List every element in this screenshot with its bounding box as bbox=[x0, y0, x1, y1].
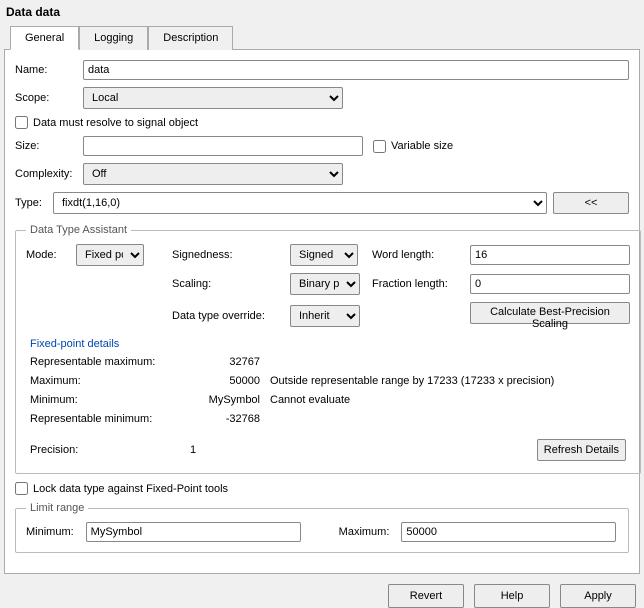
signedness-label: Signedness: bbox=[172, 249, 284, 261]
revert-button[interactable]: Revert bbox=[388, 584, 464, 608]
rep-max-label: Representable maximum: bbox=[30, 356, 180, 368]
mode-label: Mode: bbox=[26, 249, 70, 261]
fixed-point-details-title: Fixed-point details bbox=[30, 338, 630, 350]
fraclen-input[interactable] bbox=[470, 274, 630, 294]
variable-size-checkbox[interactable] bbox=[373, 140, 386, 153]
limit-max-input[interactable] bbox=[401, 522, 616, 542]
min-value: MySymbol bbox=[190, 394, 260, 406]
calc-best-precision-button[interactable]: Calculate Best-Precision Scaling bbox=[470, 302, 630, 324]
refresh-details-button[interactable]: Refresh Details bbox=[537, 439, 626, 461]
precision-value: 1 bbox=[190, 444, 260, 456]
mode-select[interactable]: Fixed point bbox=[76, 244, 144, 266]
tab-description[interactable]: Description bbox=[148, 26, 233, 50]
override-select[interactable]: Inherit bbox=[290, 305, 360, 327]
limit-max-label: Maximum: bbox=[339, 526, 390, 538]
type-label: Type: bbox=[15, 197, 47, 209]
precision-label: Precision: bbox=[30, 444, 180, 456]
name-label: Name: bbox=[15, 64, 83, 76]
scaling-label: Scaling: bbox=[172, 278, 284, 290]
override-label: Data type override: bbox=[172, 310, 284, 322]
variable-size-label: Variable size bbox=[391, 140, 453, 152]
size-label: Size: bbox=[15, 140, 83, 152]
min-note: Cannot evaluate bbox=[270, 394, 630, 406]
help-button[interactable]: Help bbox=[474, 584, 550, 608]
collapse-button[interactable]: << bbox=[553, 192, 629, 214]
window-title: Data data bbox=[0, 0, 644, 25]
type-select[interactable]: fixdt(1,16,0) bbox=[53, 192, 547, 214]
resolve-label: Data must resolve to signal object bbox=[33, 117, 198, 129]
dta-legend: Data Type Assistant bbox=[26, 224, 131, 236]
rep-max-value: 32767 bbox=[190, 356, 260, 368]
max-note: Outside representable range by 17233 (17… bbox=[270, 375, 630, 387]
size-input[interactable] bbox=[83, 136, 363, 156]
fraclen-label: Fraction length: bbox=[372, 278, 464, 290]
scope-select[interactable]: Local bbox=[83, 87, 343, 109]
fixed-point-details-table: Representable maximum: 32767 Maximum: 50… bbox=[30, 356, 630, 425]
scope-label: Scope: bbox=[15, 92, 83, 104]
rep-min-label: Representable minimum: bbox=[30, 413, 180, 425]
complexity-label: Complexity: bbox=[15, 168, 83, 180]
max-value: 50000 bbox=[190, 375, 260, 387]
name-input[interactable] bbox=[83, 60, 629, 80]
wordlen-label: Word length: bbox=[372, 249, 464, 261]
tab-logging[interactable]: Logging bbox=[79, 26, 148, 50]
lock-datatype-checkbox[interactable] bbox=[15, 482, 28, 495]
max-label: Maximum: bbox=[30, 375, 180, 387]
limit-min-input[interactable] bbox=[86, 522, 301, 542]
signedness-select[interactable]: Signed bbox=[290, 244, 358, 266]
limit-range-group: Limit range Minimum: Maximum: bbox=[15, 502, 629, 553]
tab-bar: General Logging Description bbox=[0, 25, 644, 49]
limit-min-label: Minimum: bbox=[26, 526, 74, 538]
scaling-select[interactable]: Binary point bbox=[290, 273, 360, 295]
data-type-assistant-group: Data Type Assistant Mode: Fixed point Si… bbox=[15, 224, 641, 474]
tab-pane-general: Name: Scope: Local Data must resolve to … bbox=[4, 49, 640, 574]
lock-datatype-label: Lock data type against Fixed-Point tools bbox=[33, 483, 228, 495]
complexity-select[interactable]: Off bbox=[83, 163, 343, 185]
rep-min-value: -32768 bbox=[190, 413, 260, 425]
resolve-checkbox[interactable] bbox=[15, 116, 28, 129]
apply-button[interactable]: Apply bbox=[560, 584, 636, 608]
limit-range-legend: Limit range bbox=[26, 502, 88, 514]
tab-general[interactable]: General bbox=[10, 26, 79, 50]
min-label: Minimum: bbox=[30, 394, 180, 406]
wordlen-input[interactable] bbox=[470, 245, 630, 265]
